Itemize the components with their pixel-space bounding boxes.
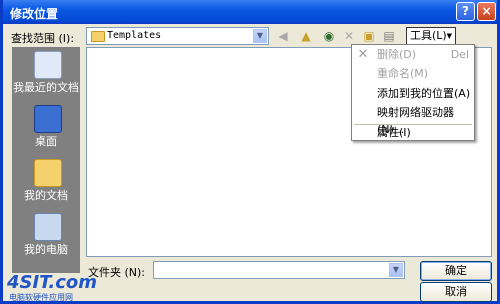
menu-item-label: 属性(I) — [377, 126, 411, 139]
place-my-computer[interactable]: 我的电脑 — [12, 209, 80, 261]
recent-docs-icon — [34, 51, 62, 79]
my-documents-icon — [34, 159, 62, 187]
title-bar: 修改位置 ? × — [3, 0, 497, 24]
watermark-subtitle: 电脑软硬件应用网 — [9, 293, 73, 302]
tools-label: 工具(L) — [410, 29, 447, 42]
folder-icon — [91, 31, 105, 42]
place-my-documents[interactable]: 我的文档 — [12, 155, 80, 207]
place-desktop[interactable]: 桌面 — [12, 101, 80, 153]
menu-item-label: 重命名(M) — [377, 67, 429, 80]
up-folder-icon[interactable]: ▲ — [298, 28, 314, 44]
lookin-combobox[interactable]: Templates ▼ — [86, 27, 269, 45]
place-label: 桌面 — [35, 135, 57, 148]
folder-name-combobox[interactable]: ▼ — [153, 261, 405, 279]
tools-button[interactable]: 工具(L) ▼ — [406, 27, 456, 45]
cancel-button[interactable]: 取消 — [420, 282, 492, 302]
menu-item-delete[interactable]: 删除(D) Del — [377, 46, 473, 63]
menu-item-label: 添加到我的位置(A) — [377, 87, 471, 100]
menu-item-rename[interactable]: 重命名(M) — [377, 65, 473, 82]
chevron-down-icon[interactable]: ▼ — [253, 29, 267, 43]
place-label: 我最近的文档 — [13, 81, 79, 94]
delete-icon: ✕ — [357, 47, 369, 62]
lookin-label: 查找范围 (I): — [11, 32, 75, 45]
watermark-brand: 4SIT.com — [7, 272, 98, 293]
chevron-down-icon[interactable]: ▼ — [389, 263, 403, 277]
new-folder-icon[interactable]: ▣ — [361, 28, 377, 44]
help-button[interactable]: ? — [456, 2, 475, 21]
close-button[interactable]: × — [477, 2, 496, 21]
watermark-logo: 4SIT.com 电脑软硬件应用网 — [5, 272, 115, 302]
places-bar: 我最近的文档 桌面 我的文档 我的电脑 — [12, 47, 80, 273]
chevron-down-icon: ▼ — [446, 32, 452, 40]
menu-item-map-network-drive[interactable]: 映射网络驱动器(N)... — [377, 104, 473, 136]
desktop-icon — [34, 105, 62, 133]
menu-item-label: 删除(D) — [377, 48, 417, 61]
lookin-value: Templates — [107, 30, 162, 41]
tools-menu: ✕ 删除(D) Del 重命名(M) 添加到我的位置(A) 映射网络驱动器(N)… — [351, 44, 475, 141]
menu-item-add-to-my-places[interactable]: 添加到我的位置(A) — [377, 85, 473, 102]
place-label: 我的文档 — [24, 189, 68, 202]
menu-item-shortcut: Del — [450, 48, 469, 61]
modify-location-dialog: 修改位置 ? × 查找范围 (I): Templates ▼ ◀ ▲ ◉ ✕ ▣… — [0, 0, 500, 304]
place-recent[interactable]: 我最近的文档 — [12, 47, 80, 99]
window-title: 修改位置 — [10, 7, 59, 21]
place-label: 我的电脑 — [24, 243, 68, 256]
views-icon[interactable]: ▤ — [381, 28, 397, 44]
back-icon[interactable]: ◀ — [275, 28, 291, 44]
search-web-icon[interactable]: ◉ — [321, 28, 337, 44]
my-computer-icon — [34, 213, 62, 241]
menu-item-properties[interactable]: 属性(I) — [377, 124, 473, 141]
ok-button[interactable]: 确定 — [420, 261, 492, 281]
delete-icon[interactable]: ✕ — [341, 28, 357, 44]
